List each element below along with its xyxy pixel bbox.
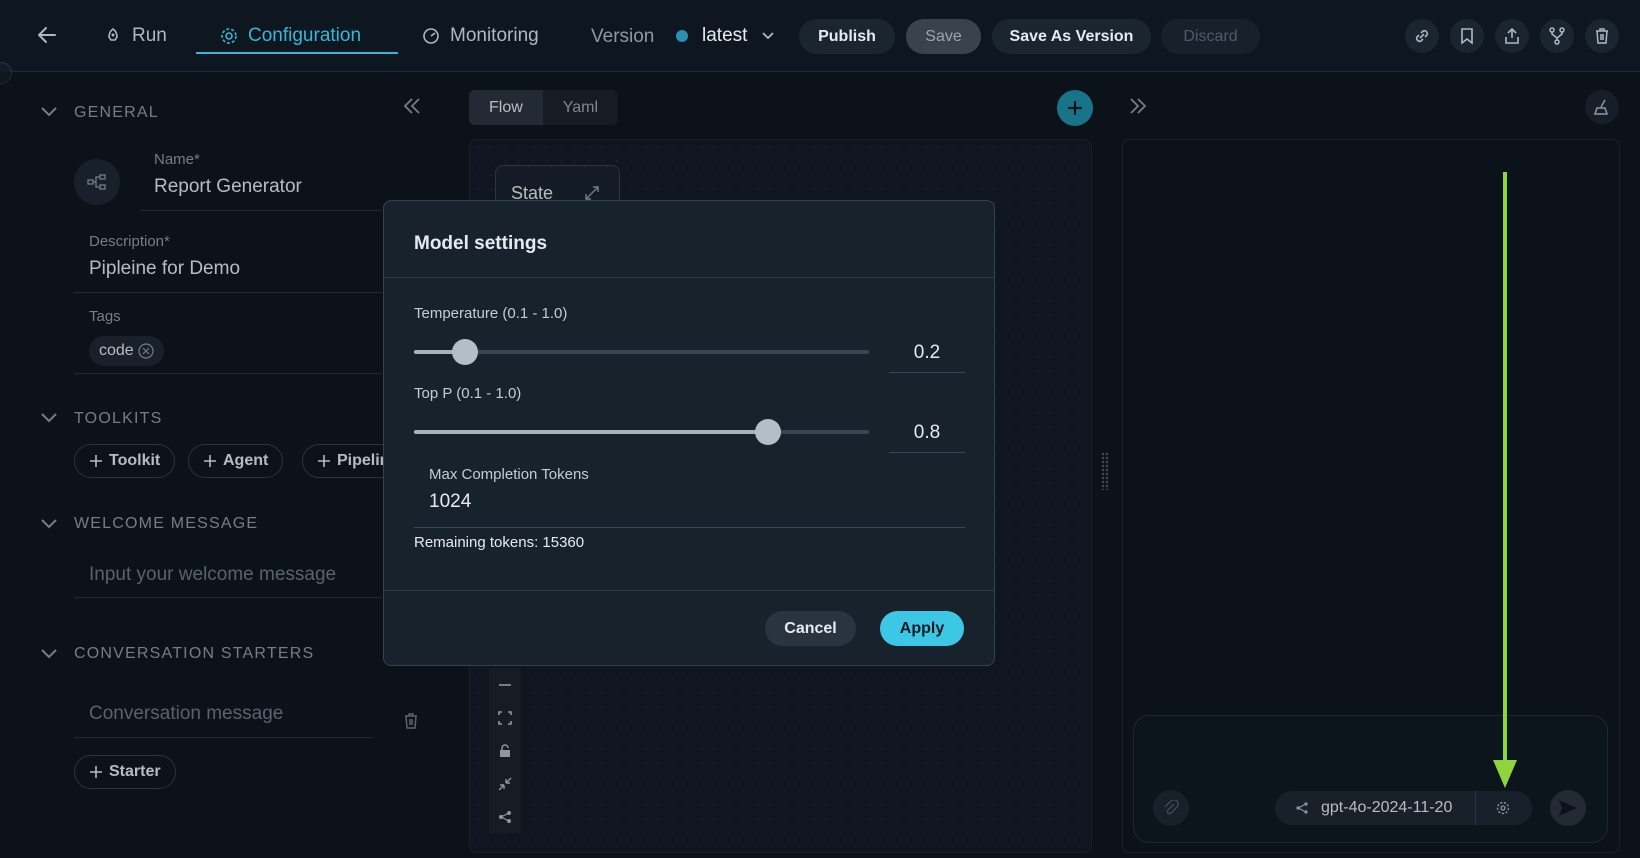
temperature-label: Temperature (0.1 - 1.0) bbox=[414, 305, 568, 322]
slider-fill bbox=[414, 430, 768, 434]
divider bbox=[414, 527, 965, 528]
back-arrow-icon[interactable] bbox=[36, 24, 58, 46]
tab-run[interactable]: Run bbox=[104, 18, 167, 54]
tab-label: Monitoring bbox=[450, 25, 539, 46]
version-status-dot bbox=[676, 30, 688, 42]
annotation-arrow bbox=[1490, 172, 1520, 790]
tab-label: Configuration bbox=[248, 25, 362, 46]
fork-icon[interactable] bbox=[1540, 19, 1574, 53]
divider bbox=[384, 590, 994, 591]
slider-thumb[interactable] bbox=[755, 419, 781, 445]
link-icon[interactable] bbox=[1405, 19, 1439, 53]
tab-label: Run bbox=[132, 25, 167, 46]
slider-thumb[interactable] bbox=[452, 339, 478, 365]
version-select[interactable]: latest bbox=[676, 21, 775, 51]
top-p-input[interactable]: 0.8 bbox=[889, 413, 965, 453]
max-tokens-input[interactable]: 1024 bbox=[429, 491, 471, 513]
dialog-title: Model settings bbox=[414, 233, 548, 254]
gauge-icon bbox=[422, 27, 440, 45]
chevron-down-icon bbox=[761, 31, 775, 41]
discard-button[interactable]: Discard bbox=[1161, 19, 1260, 54]
trash-icon[interactable] bbox=[1585, 19, 1619, 53]
publish-button[interactable]: Publish bbox=[799, 19, 895, 54]
bookmark-icon[interactable] bbox=[1450, 19, 1484, 53]
save-as-version-button[interactable]: Save As Version bbox=[992, 19, 1151, 54]
tab-configuration[interactable]: Configuration bbox=[220, 18, 361, 54]
gear-icon bbox=[220, 27, 238, 45]
version-label: Version bbox=[591, 26, 655, 47]
cancel-button[interactable]: Cancel bbox=[765, 611, 856, 646]
top-bar: Run Configuration Monitoring Version lat… bbox=[0, 0, 1640, 72]
remaining-tokens: Remaining tokens: 15360 bbox=[414, 534, 585, 551]
divider bbox=[384, 277, 994, 278]
top-p-slider[interactable] bbox=[414, 419, 869, 445]
top-p-label: Top P (0.1 - 1.0) bbox=[414, 385, 522, 402]
temperature-slider[interactable] bbox=[414, 339, 869, 365]
apply-button[interactable]: Apply bbox=[880, 611, 964, 646]
save-button[interactable]: Save bbox=[906, 19, 981, 54]
export-icon[interactable] bbox=[1495, 19, 1529, 53]
rocket-icon bbox=[104, 27, 122, 45]
temperature-input[interactable]: 0.2 bbox=[889, 333, 965, 373]
model-settings-dialog: Model settings Temperature (0.1 - 1.0) 0… bbox=[383, 200, 995, 666]
max-tokens-label: Max Completion Tokens bbox=[429, 466, 589, 483]
tab-monitoring[interactable]: Monitoring bbox=[422, 18, 539, 54]
active-tab-indicator bbox=[196, 52, 398, 54]
version-value: latest bbox=[702, 25, 748, 46]
